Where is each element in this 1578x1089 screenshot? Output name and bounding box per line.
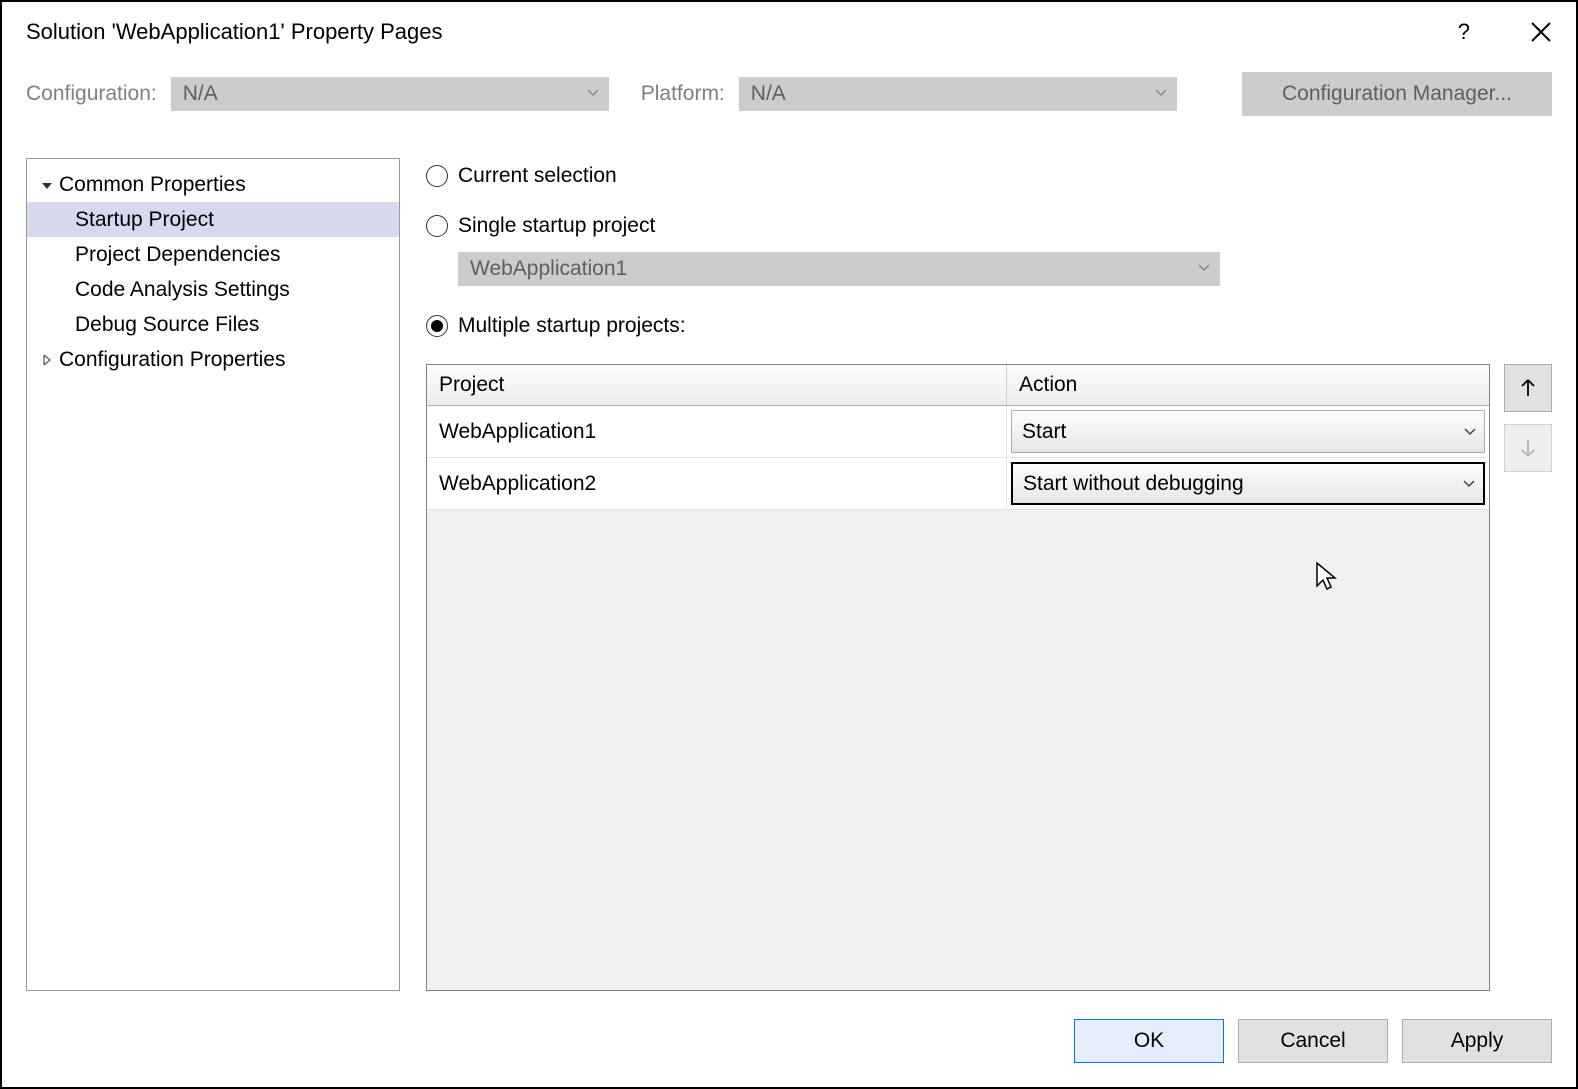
chevron-down-icon (1155, 89, 1167, 97)
toolbar: Configuration: N/A Platform: N/A Configu… (2, 62, 1576, 126)
chevron-down-icon (587, 89, 599, 97)
grid-row[interactable]: WebApplication2 Start without debugging (427, 458, 1489, 510)
cancel-button[interactable]: Cancel (1238, 1019, 1388, 1063)
chevron-down-icon (1464, 428, 1476, 436)
help-button[interactable]: ? (1458, 19, 1470, 45)
arrow-down-icon (1517, 437, 1539, 459)
titlebar: Solution 'WebApplication1' Property Page… (2, 2, 1576, 62)
dialog-title: Solution 'WebApplication1' Property Page… (26, 19, 442, 45)
tree-item-code-analysis[interactable]: Code Analysis Settings (27, 272, 399, 307)
dialog-buttons: OK Cancel Apply (1074, 1019, 1552, 1063)
move-up-button[interactable] (1504, 364, 1552, 412)
close-button[interactable] (1530, 21, 1552, 43)
configuration-value: N/A (183, 82, 218, 106)
platform-dropdown: N/A (739, 77, 1177, 111)
single-startup-value: WebApplication1 (470, 257, 627, 281)
startup-project-panel: Current selection Single startup project… (426, 158, 1552, 991)
platform-value: N/A (751, 82, 786, 106)
action-dropdown[interactable]: Start without debugging (1011, 462, 1485, 505)
radio-single-startup[interactable]: Single startup project (426, 208, 1552, 244)
nav-tree: Common Properties Startup Project Projec… (26, 158, 400, 991)
tree-item-project-dependencies[interactable]: Project Dependencies (27, 237, 399, 272)
radio-multiple-startup[interactable]: Multiple startup projects: (426, 308, 1552, 344)
radio-current-selection[interactable]: Current selection (426, 158, 1552, 194)
tree-item-label: Common Properties (59, 173, 246, 197)
tree-item-debug-source-files[interactable]: Debug Source Files (27, 307, 399, 342)
radio-icon-checked (426, 315, 448, 337)
tree-item-label: Debug Source Files (75, 313, 259, 337)
column-header-action[interactable]: Action (1007, 365, 1489, 405)
arrow-up-icon (1517, 377, 1539, 399)
action-dropdown-value: Start without debugging (1023, 472, 1244, 496)
apply-button[interactable]: Apply (1402, 1019, 1552, 1063)
radio-icon (426, 165, 448, 187)
grid-row[interactable]: WebApplication1 Start (427, 406, 1489, 458)
tree-item-label: Project Dependencies (75, 243, 280, 267)
move-down-button[interactable] (1504, 424, 1552, 472)
expander-collapsed-icon[interactable] (37, 355, 57, 365)
configuration-dropdown: N/A (171, 77, 609, 111)
config-manager-button: Configuration Manager... (1242, 72, 1552, 116)
radio-label: Multiple startup projects: (458, 314, 686, 338)
cell-project: WebApplication1 (427, 406, 1007, 457)
platform-label: Platform: (641, 82, 725, 106)
reorder-buttons (1504, 364, 1552, 991)
tree-item-label: Code Analysis Settings (75, 278, 290, 302)
radio-label: Current selection (458, 164, 617, 188)
chevron-down-icon (1463, 480, 1475, 488)
tree-item-startup-project[interactable]: Startup Project (27, 202, 399, 237)
tree-item-common-properties[interactable]: Common Properties (27, 167, 399, 202)
grid-empty-area (427, 510, 1489, 990)
startup-projects-grid: Project Action WebApplication1 Start Web… (426, 364, 1490, 991)
single-startup-dropdown: WebApplication1 (458, 252, 1220, 286)
action-dropdown-value: Start (1022, 420, 1066, 444)
column-header-project[interactable]: Project (427, 365, 1007, 405)
expander-expanded-icon[interactable] (37, 180, 57, 190)
action-dropdown[interactable]: Start (1011, 410, 1485, 453)
ok-button[interactable]: OK (1074, 1019, 1224, 1063)
grid-header: Project Action (427, 365, 1489, 406)
tree-item-label: Startup Project (75, 208, 214, 232)
radio-label: Single startup project (458, 214, 655, 238)
configuration-label: Configuration: (26, 82, 157, 106)
tree-item-configuration-properties[interactable]: Configuration Properties (27, 342, 399, 377)
cell-project: WebApplication2 (427, 458, 1007, 509)
tree-item-label: Configuration Properties (59, 348, 285, 372)
chevron-down-icon (1198, 264, 1210, 272)
main: Common Properties Startup Project Projec… (26, 158, 1552, 991)
radio-icon (426, 215, 448, 237)
